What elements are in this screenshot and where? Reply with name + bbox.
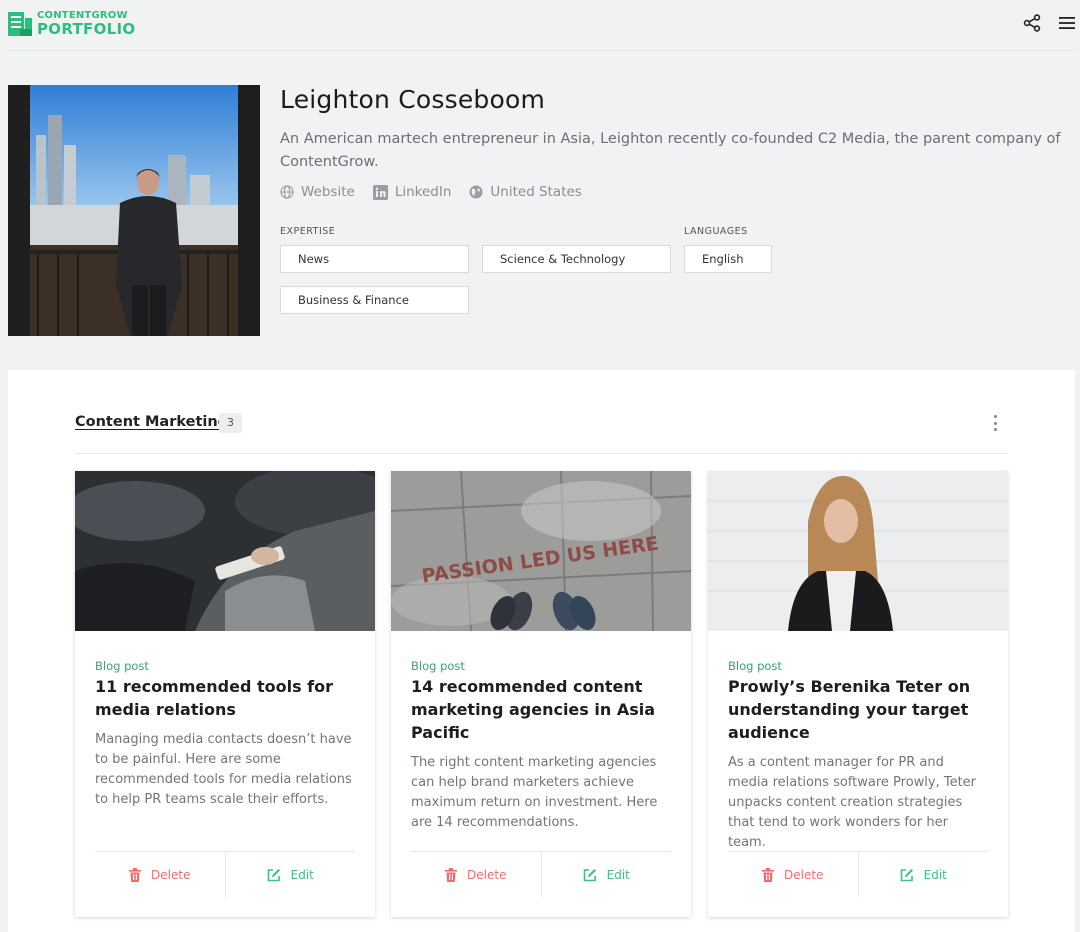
card-type: Blog post: [95, 659, 149, 673]
language-tag-english[interactable]: English: [684, 245, 772, 273]
delete-button[interactable]: Delete: [411, 852, 542, 897]
card-image: [75, 471, 375, 631]
delete-label: Delete: [467, 867, 507, 882]
brand-line2: PORTFOLIO: [37, 20, 136, 38]
card-image: PASSION LED US HERE: [391, 471, 691, 631]
linkedin-icon: [372, 184, 388, 200]
hamburger-menu-icon[interactable]: [1059, 16, 1075, 30]
profile-bio: An American martech entrepreneur in Asia…: [280, 131, 1061, 170]
card-type: Blog post: [728, 659, 782, 673]
delete-label: Delete: [784, 867, 824, 882]
card-description: The right content marketing agencies can…: [411, 755, 658, 830]
linkedin-label: LinkedIn: [394, 184, 452, 200]
edit-label: Edit: [923, 867, 947, 882]
card-actions: Delete Edit: [411, 851, 671, 897]
edit-icon: [900, 868, 913, 881]
section-header: Content Marketing 3: [75, 410, 1008, 454]
expertise-label: EXPERTISE: [280, 226, 336, 237]
languages-label: LANGUAGES: [684, 226, 748, 237]
edit-label: Edit: [290, 867, 314, 882]
globe-icon: [280, 185, 294, 199]
card-title[interactable]: 14 recommended content marketing agencie…: [411, 675, 671, 744]
profile-name: Leighton Cosseboom: [280, 85, 546, 114]
edit-icon: [267, 868, 280, 881]
logo-mark-icon: [8, 11, 32, 37]
expertise-tag-business[interactable]: Business & Finance: [280, 286, 469, 314]
delete-button[interactable]: Delete: [728, 852, 859, 897]
section-title[interactable]: Content Marketing: [75, 414, 228, 430]
edit-icon: [583, 868, 596, 881]
section-count-badge: 3: [219, 413, 242, 433]
trash-icon: [762, 867, 775, 882]
expertise-tag-science[interactable]: Science & Technology: [482, 245, 671, 273]
card-image: [708, 471, 1008, 631]
card-type: Blog post: [411, 659, 465, 673]
more-options-icon[interactable]: [992, 415, 998, 431]
card-description: As a content manager for PR and media re…: [728, 755, 977, 850]
delete-button[interactable]: Delete: [95, 852, 226, 897]
brand-logo[interactable]: CONTENTGROW PORTFOLIO: [8, 10, 135, 38]
share-icon[interactable]: [1023, 14, 1041, 32]
profile-links: Website LinkedIn United States: [280, 184, 1070, 200]
card-title[interactable]: 11 recommended tools for media relations: [95, 675, 355, 721]
website-link[interactable]: Website: [280, 184, 355, 200]
trash-icon: [445, 867, 458, 882]
location-label: United States: [490, 184, 582, 200]
content-card[interactable]: Blog post Prowly’s Berenika Teter on und…: [708, 471, 1008, 917]
card-actions: Delete Edit: [728, 851, 988, 897]
card-title[interactable]: Prowly’s Berenika Teter on understanding…: [728, 675, 988, 744]
expertise-tag-news[interactable]: News: [280, 245, 469, 273]
content-card[interactable]: Blog post 11 recommended tools for media…: [75, 471, 375, 917]
trash-icon: [129, 867, 142, 882]
location: United States: [469, 184, 582, 200]
card-actions: Delete Edit: [95, 851, 355, 897]
content-card[interactable]: PASSION LED US HERE Blog post 14 recomme…: [391, 471, 691, 917]
edit-label: Edit: [606, 867, 630, 882]
linkedin-link[interactable]: LinkedIn: [372, 184, 452, 200]
top-bar: CONTENTGROW PORTFOLIO: [8, 0, 1075, 51]
website-label: Website: [301, 184, 355, 200]
location-globe-icon: [469, 185, 483, 199]
profile-info: Leighton Cosseboom An American martech e…: [280, 85, 1070, 200]
portfolio-panel: Content Marketing 3 Blog post 11 recomme…: [8, 370, 1075, 932]
delete-label: Delete: [151, 867, 191, 882]
edit-button[interactable]: Edit: [226, 852, 356, 897]
card-description: Managing media contacts doesn’t have to …: [95, 732, 352, 807]
edit-button[interactable]: Edit: [859, 852, 989, 897]
edit-button[interactable]: Edit: [542, 852, 672, 897]
profile-photo: [8, 85, 260, 336]
